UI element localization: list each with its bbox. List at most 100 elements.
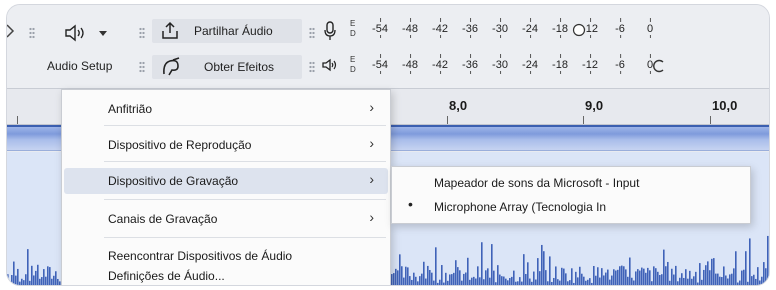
waveform-sample <box>473 276 475 285</box>
waveform-sample <box>419 276 421 285</box>
waveform-sample <box>53 275 55 285</box>
toolbar-grip[interactable] <box>139 61 145 73</box>
waveform-sample <box>653 266 655 285</box>
waveform-sample <box>687 278 689 285</box>
waveform-sample <box>669 280 671 285</box>
waveform-sample <box>483 279 485 285</box>
waveform-sample <box>657 271 659 285</box>
meter-level-handle[interactable] <box>652 59 666 73</box>
waveform-sample <box>609 279 611 285</box>
menu-item-audio-settings[interactable]: Definições de Áudio... <box>64 263 388 285</box>
waveform-sample <box>475 278 477 285</box>
menu-item-host[interactable]: Anfitrião › <box>64 96 388 122</box>
waveform-sample <box>453 272 455 285</box>
waveform-sample <box>651 281 653 285</box>
waveform-sample <box>507 280 509 285</box>
waveform-sample <box>681 273 683 285</box>
get-effects-label: Obter Efeitos <box>204 60 275 74</box>
waveform-sample <box>543 251 545 285</box>
menu-item-recording-channels[interactable]: Canais de Gravação › <box>64 206 388 232</box>
toolbar-grip[interactable] <box>309 61 315 73</box>
waveform-sample <box>737 282 739 285</box>
waveform-sample <box>433 280 435 285</box>
meter-level-handle[interactable] <box>572 23 586 37</box>
waveform-sample <box>717 273 719 285</box>
submenu-item-sound-mapper[interactable]: Mapeador de sons da Microsoft - Input <box>394 171 748 195</box>
waveform-sample <box>55 271 57 285</box>
waveform-sample <box>503 276 505 285</box>
meter-tick: -30 <box>492 54 508 74</box>
waveform-sample <box>571 268 573 285</box>
waveform-sample <box>49 267 51 285</box>
waveform-sample <box>41 277 43 285</box>
get-effects-button[interactable]: Obter Efeitos <box>152 55 302 79</box>
waveform-sample <box>47 266 49 285</box>
meter-tick: -6 <box>615 18 625 38</box>
waveform-sample <box>499 274 501 285</box>
waveform-sample <box>21 278 23 285</box>
waveform-sample <box>423 261 425 285</box>
waveform-sample <box>449 274 451 285</box>
waveform-sample <box>597 267 599 285</box>
waveform-sample <box>579 266 581 285</box>
toolbar-grip[interactable] <box>139 27 145 39</box>
menu-item-playback-device[interactable]: Dispositivo de Reprodução › <box>64 132 388 158</box>
waveform-sample <box>723 266 725 285</box>
timeline-tick <box>710 116 711 124</box>
toolbar-grip[interactable] <box>309 27 315 39</box>
waveform-sample <box>51 278 53 285</box>
waveform-sample <box>403 277 405 285</box>
menu-item-recording-device[interactable]: Dispositivo de Gravação › <box>64 168 388 194</box>
waveform-sample <box>725 275 727 285</box>
waveform-sample <box>711 258 713 285</box>
waveform-sample <box>765 268 767 285</box>
meter-tick: -36 <box>462 54 478 74</box>
audio-setup-button[interactable]: Audio Setup <box>47 13 121 83</box>
waveform-sample <box>15 275 17 285</box>
waveform-sample <box>395 268 397 285</box>
waveform-sample <box>601 268 603 285</box>
waveform-sample <box>515 281 517 285</box>
share-audio-button[interactable]: Partilhar Áudio <box>152 19 302 43</box>
waveform-sample <box>619 266 621 285</box>
waveform-sample <box>445 272 447 285</box>
waveform-sample <box>685 269 687 285</box>
waveform-sample <box>565 273 567 285</box>
waveform-sample <box>479 277 481 285</box>
waveform-sample <box>715 273 717 285</box>
waveform-sample <box>451 274 453 285</box>
waveform-sample <box>709 270 711 285</box>
toolbar-grip[interactable] <box>29 27 35 39</box>
submenu-item-microphone-array[interactable]: • Microphone Array (Tecnologia In <box>394 195 748 219</box>
waveform-sample <box>27 249 29 285</box>
share-icon <box>162 21 178 39</box>
waveform-sample <box>683 277 685 285</box>
partial-tool-icon[interactable] <box>7 21 17 41</box>
waveform-sample <box>749 238 751 285</box>
waveform-sample <box>703 269 705 285</box>
waveform-sample <box>461 280 463 285</box>
waveform-sample <box>637 269 639 285</box>
waveform-sample <box>649 270 651 285</box>
timeline-label: 10,0 <box>712 98 738 113</box>
waveform-sample <box>459 270 461 285</box>
waveform-sample <box>743 269 745 285</box>
effects-icon <box>163 57 180 76</box>
waveform-sample <box>603 275 605 285</box>
waveform-sample <box>691 278 693 285</box>
waveform-sample <box>35 270 37 285</box>
waveform-sample <box>679 277 681 285</box>
waveform-sample <box>767 235 769 285</box>
speaker-icon[interactable] <box>321 57 339 73</box>
meter-tick: -48 <box>402 54 418 74</box>
waveform-sample <box>29 280 31 285</box>
waveform-sample <box>605 272 607 285</box>
waveform-sample <box>19 281 21 285</box>
microphone-icon[interactable] <box>323 21 337 41</box>
playback-meter[interactable]: E D -54 -48 -42 -36 -30 -24 -18 -12 -6 0 <box>350 54 768 81</box>
waveform-sample <box>629 257 631 285</box>
waveform-sample <box>497 265 499 285</box>
waveform-sample <box>397 270 399 285</box>
record-meter[interactable]: E D -54 -48 -42 -36 -30 -24 -18 -12 -6 0 <box>350 18 768 45</box>
waveform-sample <box>557 279 559 285</box>
